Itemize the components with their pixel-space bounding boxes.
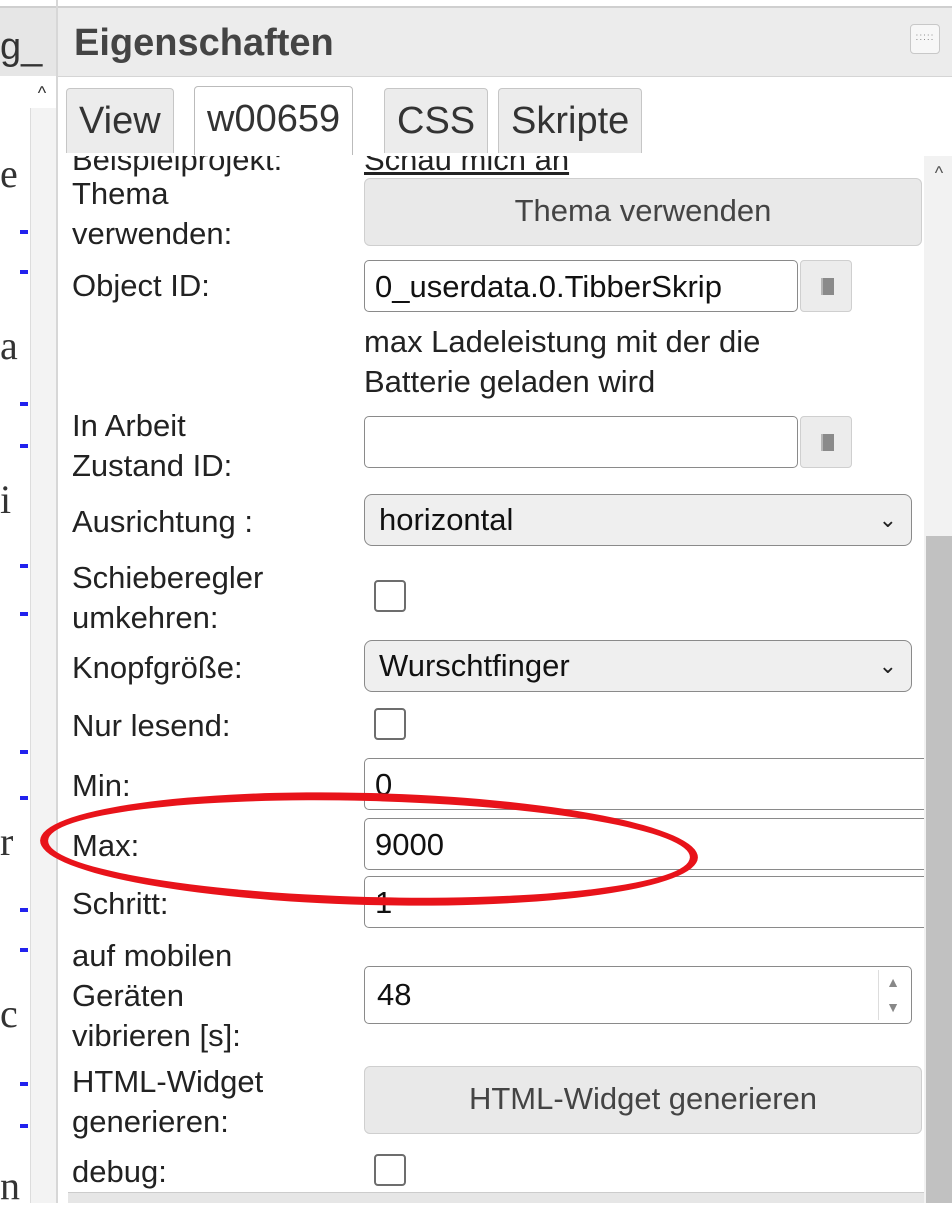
blue-marker [20, 1124, 28, 1128]
object-id-label: Object ID: [72, 268, 210, 303]
background-editor-strip: g_ ^ e a i r c n [0, 0, 57, 1208]
generate-html-widget-button[interactable]: HTML-Widget generieren [364, 1066, 922, 1134]
properties-panel: Eigenschaften ::::: View w00659 CSS Skri… [56, 0, 952, 1203]
read-only-checkbox[interactable] [374, 708, 406, 740]
read-only-label: Nur lesend: [72, 708, 231, 743]
knob-size-select[interactable]: Wurschtfinger ⌄ [364, 640, 912, 692]
vibrate-value: 48 [377, 977, 412, 1012]
background-header: g_ [0, 6, 56, 76]
bottom-partial-element [68, 1192, 948, 1203]
background-title-fragment: g_ [0, 26, 43, 68]
background-column [30, 108, 57, 1203]
example-project-link[interactable]: Schau mich an [364, 156, 569, 178]
blue-marker [20, 444, 28, 448]
list-icon [821, 278, 834, 295]
blue-marker [20, 796, 28, 800]
orientation-label: Ausrichtung : [72, 504, 253, 539]
background-letter: c [0, 991, 18, 1036]
theme-label: Thema verwenden: [72, 176, 233, 251]
spinner-arrows[interactable]: ▲ ▼ [878, 970, 907, 1020]
vibrate-label: auf mobilen Geräten vibrieren [s]: [72, 938, 241, 1053]
tab-bar: View w00659 CSS Skripte [58, 76, 952, 156]
knob-size-label: Knopfgröße: [72, 650, 243, 685]
list-icon [821, 434, 834, 451]
work-state-label: In Arbeit Zustand ID: [72, 408, 233, 483]
html-widget-label: HTML-Widget generieren: [72, 1064, 264, 1139]
blue-marker [20, 1082, 28, 1086]
max-label: Max: [72, 828, 140, 863]
background-letter: i [0, 477, 12, 522]
chevron-down-icon: ⌄ [878, 653, 897, 678]
tab-css[interactable]: CSS [384, 88, 489, 153]
panel-title: Eigenschaften [74, 22, 334, 64]
object-id-picker-button[interactable] [800, 260, 852, 312]
min-label: Min: [72, 768, 131, 803]
background-scroll-up-icon[interactable]: ^ [32, 82, 52, 104]
blue-marker [20, 750, 28, 754]
max-input[interactable]: 9000 [364, 818, 952, 870]
use-theme-button[interactable]: Thema verwenden [364, 178, 922, 246]
work-state-picker-button[interactable] [800, 416, 852, 468]
chevron-down-icon: ⌄ [878, 507, 897, 532]
spin-up-icon[interactable]: ▲ [879, 970, 907, 995]
debug-checkbox[interactable] [374, 1154, 406, 1186]
background-letter: a [0, 323, 18, 368]
background-letter: n [0, 1163, 20, 1208]
blue-marker [20, 270, 28, 274]
blue-marker [20, 612, 28, 616]
tab-view[interactable]: View [66, 88, 174, 153]
blue-marker [20, 908, 28, 912]
spin-down-icon[interactable]: ▼ [879, 995, 907, 1020]
invert-slider-checkbox[interactable] [374, 580, 406, 612]
grip-icon[interactable]: ::::: [910, 24, 940, 54]
work-state-input[interactable] [364, 416, 798, 468]
scrollbar-thumb[interactable] [926, 536, 952, 1203]
properties-scrollbar[interactable]: ^ [924, 156, 952, 1203]
blue-marker [20, 948, 28, 952]
tab-widget[interactable]: w00659 [194, 86, 354, 155]
blue-marker [20, 230, 28, 234]
properties-list: Beispielprojekt: Schau mich an Thema ver… [58, 156, 952, 1203]
invert-slider-label: Schieberegler umkehren: [72, 560, 264, 635]
orientation-value: horizontal [379, 502, 514, 537]
min-input[interactable]: 0 [364, 758, 952, 810]
tab-scripts[interactable]: Skripte [498, 88, 643, 153]
object-id-description: max Ladeleistung mit der die Batterie ge… [364, 324, 761, 399]
background-letter: r [0, 819, 14, 864]
step-label: Schritt: [72, 886, 169, 921]
scroll-up-icon[interactable]: ^ [924, 156, 952, 186]
knob-size-value: Wurschtfinger [379, 648, 570, 683]
debug-label: debug: [72, 1154, 167, 1189]
orientation-select[interactable]: horizontal ⌄ [364, 494, 912, 546]
step-input[interactable]: 1 [364, 876, 952, 928]
blue-marker [20, 402, 28, 406]
object-id-input[interactable]: 0_userdata.0.TibberSkrip [364, 260, 798, 312]
blue-marker [20, 564, 28, 568]
panel-header: Eigenschaften ::::: [58, 6, 952, 77]
background-letter: e [0, 151, 18, 196]
vibrate-spinner[interactable]: 48 ▲ ▼ [364, 966, 912, 1024]
